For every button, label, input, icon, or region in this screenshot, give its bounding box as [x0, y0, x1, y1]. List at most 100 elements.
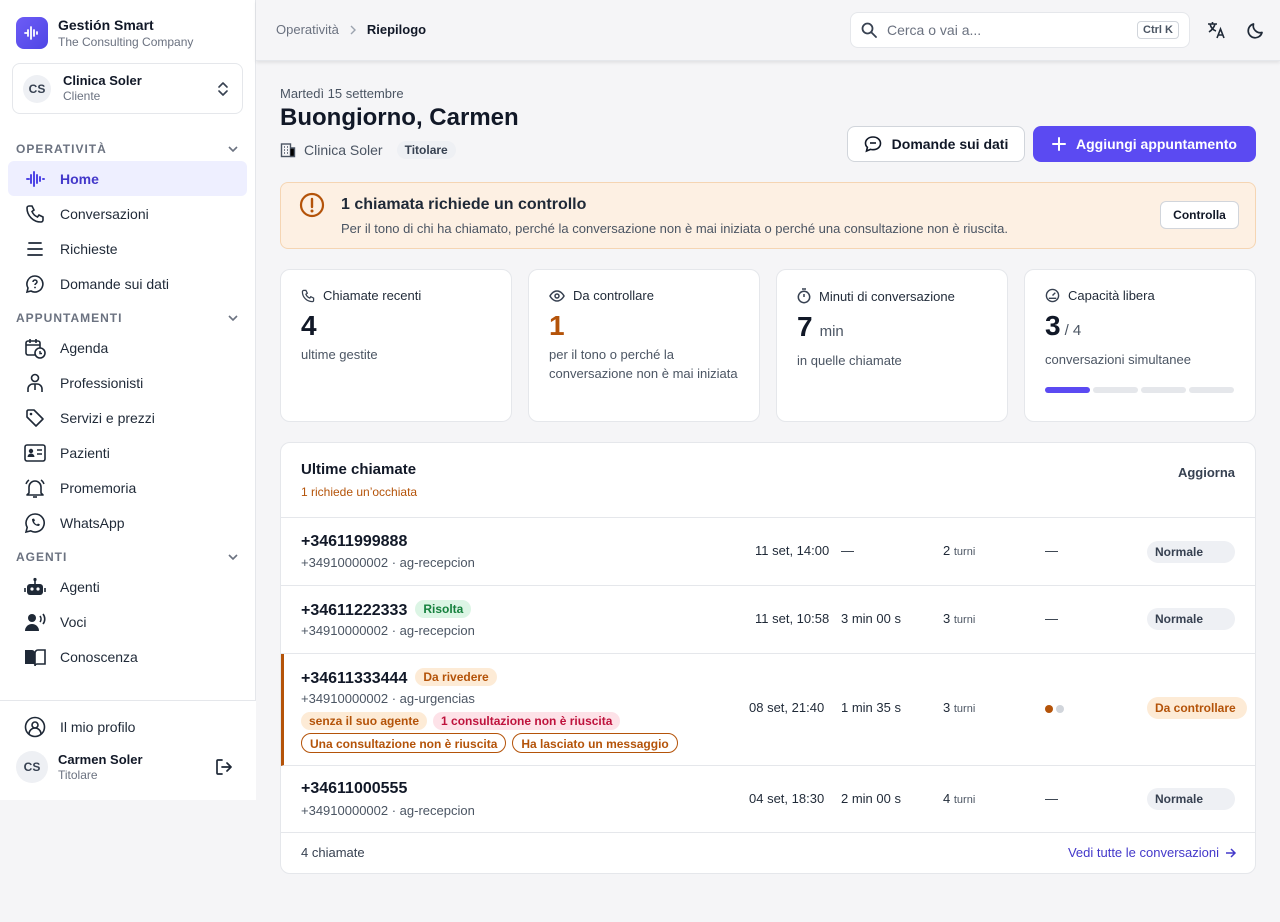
call-phone-row: +34611222333 Risolta — [301, 600, 472, 620]
stat-card-minutes[interactable]: Minuti di conversazione 7 min in quelle c… — [776, 269, 1008, 422]
status-badge: Da controllare — [1147, 697, 1247, 719]
capacity-segment — [1045, 387, 1090, 393]
moon-icon[interactable] — [1246, 20, 1266, 40]
brand-title: Gestión Smart — [58, 17, 154, 33]
call-date: 04 set, 18:30 — [749, 791, 825, 806]
breadcrumb-riepilogo: Riepilogo — [366, 22, 427, 37]
search-input[interactable]: Cerca o vai a... Ctrl K — [850, 12, 1190, 48]
sidebar-item-agenti[interactable]: Agenti — [8, 569, 247, 604]
stat-card-to-review[interactable]: Da controllare 1 per il tono o perché la… — [528, 269, 760, 422]
user-name: Carmen Soler — [58, 751, 143, 767]
call-turns: 2 turni — [943, 543, 975, 558]
stat-value-row: 3/ 4 — [1045, 309, 1235, 348]
capacity-segment — [1093, 387, 1138, 393]
stat-cards: Chiamate recenti 4 ultime gestite Da con… — [280, 269, 1256, 422]
chevron-down-icon — [228, 553, 238, 560]
data-questions-button[interactable]: Domande sui dati — [847, 126, 1025, 162]
breadcrumb-operativita[interactable]: Operatività — [276, 22, 339, 37]
brand[interactable]: Gestión Smart The Consulting Company — [0, 0, 255, 50]
table-row-flagged[interactable]: +34611333444 Da rivedere +34910000002 · a… — [281, 654, 1255, 766]
user-card: CS Carmen Soler Titolare — [0, 747, 256, 787]
outcome-chip: Ha lasciato un messaggio — [512, 733, 678, 753]
stat-unit: / 4 — [1064, 322, 1082, 339]
logout-icon[interactable] — [214, 757, 234, 777]
user-avatar: CS — [16, 751, 48, 783]
sidebar-item-conversazioni[interactable]: Conversazioni — [8, 196, 247, 231]
sidebar-item-whatsapp[interactable]: WhatsApp — [8, 505, 247, 540]
table-row[interactable]: +34611000555 +34910000002 · ag-recepcion… — [281, 766, 1255, 833]
sidebar-item-label: Pazienti — [60, 444, 110, 461]
phone-icon — [301, 289, 315, 302]
sidebar: Gestión Smart The Consulting Company CS … — [0, 0, 256, 800]
add-appointment-button[interactable]: Aggiungi appuntamento — [1033, 126, 1256, 162]
sidebar-item-pazienti[interactable]: Pazienti — [8, 435, 247, 470]
refresh-button[interactable]: Aggiorna — [1178, 465, 1235, 480]
recent-calls-title: Ultime chiamate — [301, 461, 417, 478]
client-name: Clinica Soler — [63, 73, 142, 88]
sidebar-item-label: Professionisti — [60, 374, 144, 391]
call-phone: +34611999888 — [301, 533, 408, 550]
turns-label: turni — [953, 794, 976, 806]
call-duration: 1 min 35 s — [841, 700, 901, 715]
search-icon — [861, 22, 877, 38]
stat-label: Chiamate recenti — [323, 288, 422, 303]
brand-logo-icon — [16, 17, 48, 49]
translate-icon[interactable] — [1206, 20, 1226, 40]
sidebar-item-home[interactable]: Home — [8, 161, 247, 196]
resolved-badge: Risolta — [415, 600, 472, 618]
tags-icon — [24, 407, 46, 429]
call-sentiment: — — [1045, 611, 1058, 626]
user-tie-icon — [24, 372, 46, 394]
sidebar-item-agenda[interactable]: Agenda — [8, 330, 247, 365]
search-shortcut: Ctrl K — [1137, 21, 1179, 39]
call-meta: +34910000002 · ag-urgencias — [301, 691, 475, 706]
turns-count: 3 — [943, 611, 951, 626]
section-appuntamenti[interactable]: APPUNTAMENTI — [8, 305, 247, 330]
section-title: AGENTI — [16, 549, 68, 564]
user-role: Titolare — [58, 767, 98, 782]
today-date: Martedì 15 settembre — [280, 86, 404, 101]
section-agenti[interactable]: AGENTI — [8, 544, 247, 569]
waveform-icon — [24, 168, 46, 190]
call-phone-row: +34611333444 Da rivedere — [301, 668, 497, 688]
call-turns: 4 turni — [943, 791, 975, 806]
sidebar-item-professionisti[interactable]: Professionisti — [8, 365, 247, 400]
call-sentiment: — — [1045, 791, 1058, 806]
turns-label: turni — [953, 614, 976, 626]
chevron-updown-icon — [218, 82, 228, 96]
sidebar-item-conoscenza[interactable]: Conoscenza — [8, 639, 247, 674]
section-operativita[interactable]: OPERATIVITÀ — [8, 136, 247, 161]
sidebar-item-servizi-e-prezzi[interactable]: Servizi e prezzi — [8, 400, 247, 435]
search-placeholder: Cerca o vai a... — [887, 22, 982, 38]
turns-count: 4 — [943, 791, 951, 806]
sidebar-item-label: Agenti — [60, 578, 100, 595]
sidebar-item-domande-sui-dati[interactable]: Domande sui dati — [8, 266, 247, 301]
sidebar-item-voci[interactable]: Voci — [8, 604, 247, 639]
stat-sub: ultime gestite — [301, 347, 378, 362]
sidebar-item-promemoria[interactable]: Promemoria — [8, 470, 247, 505]
call-tags: senza il suo agente 1 consultazione non … — [301, 712, 621, 730]
call-phone: +34611333444 — [301, 670, 408, 687]
see-all-label: Vedi tutte le conversazioni — [1067, 845, 1219, 860]
table-row[interactable]: +34611222333 Risolta +34910000002 · ag-re… — [281, 586, 1255, 654]
chat-help-icon — [24, 273, 46, 295]
table-row[interactable]: +34611999888 +34910000002 · ag-recepcion… — [281, 518, 1255, 586]
chevron-down-icon — [228, 314, 238, 321]
turns-label: turni — [953, 546, 976, 558]
review-button[interactable]: Controlla — [1160, 201, 1239, 229]
brand-subtitle: The Consulting Company — [58, 35, 194, 49]
stat-label: Capacità libera — [1068, 288, 1155, 303]
sidebar-item-richieste[interactable]: Richieste — [8, 231, 247, 266]
turns-count: 2 — [943, 543, 951, 558]
alert-circle-icon — [299, 192, 325, 218]
stat-card-capacity[interactable]: Capacità libera 3/ 4 conversazioni simul… — [1024, 269, 1256, 422]
call-turns: 3 turni — [943, 700, 975, 715]
client-switcher[interactable]: CS Clinica Soler Cliente — [12, 63, 243, 114]
see-all-conversations-link[interactable]: Vedi tutte le conversazioni — [1068, 845, 1237, 860]
stat-value-row: 7 min — [797, 310, 987, 349]
stat-value: 1 — [549, 310, 565, 341]
stat-card-recent-calls[interactable]: Chiamate recenti 4 ultime gestite — [280, 269, 512, 422]
my-profile-label: Il mio profilo — [60, 719, 136, 735]
arrow-right-icon — [1226, 847, 1237, 858]
my-profile-link[interactable]: Il mio profilo — [0, 707, 256, 747]
